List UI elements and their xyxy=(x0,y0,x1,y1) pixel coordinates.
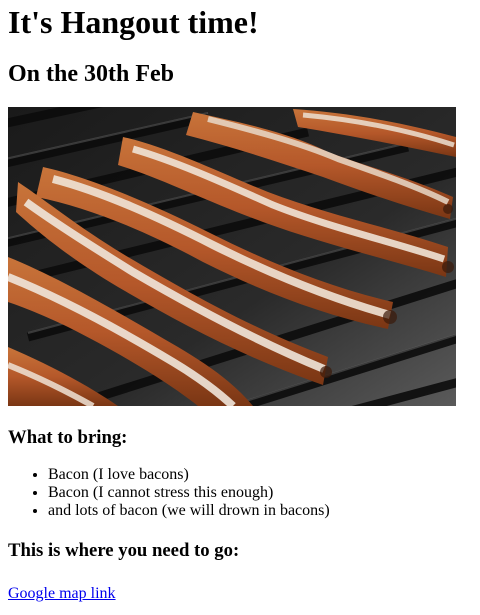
page-title: It's Hangout time! xyxy=(8,4,259,40)
google-map-link[interactable]: Google map link xyxy=(8,585,116,603)
bacon-photo xyxy=(8,107,456,406)
list-item: Bacon (I love bacons) xyxy=(48,466,472,484)
list-item: and lots of bacon (we will drown in baco… xyxy=(48,502,472,520)
location-heading: This is where you need to go: xyxy=(8,540,240,561)
page: It's Hangout time! On the 30th Feb What … xyxy=(0,0,480,603)
bring-heading: What to bring: xyxy=(8,427,128,448)
bring-list: Bacon (I love bacons) Bacon (I cannot st… xyxy=(8,466,472,520)
date-heading: On the 30th Feb xyxy=(8,61,175,87)
list-item: Bacon (I cannot stress this enough) xyxy=(48,484,472,502)
